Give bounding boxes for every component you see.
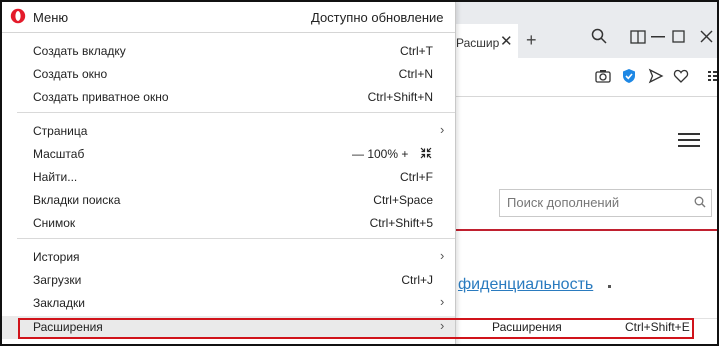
tab-label: Расшир	[456, 36, 500, 50]
menu-item-history[interactable]: История ›	[2, 246, 455, 269]
menu-item-shortcut: Ctrl+F	[400, 170, 433, 184]
menu-item-new-tab[interactable]: Создать вкладку Ctrl+T	[2, 40, 455, 63]
menu-item-label: Создать вкладку	[33, 44, 126, 58]
menu-item-label: Закладки	[33, 296, 85, 310]
menu-item-label: Найти...	[33, 170, 78, 184]
menu-item-label: История	[33, 250, 80, 264]
menu-separator	[17, 238, 455, 239]
submenu-extensions[interactable]: Расширения	[492, 320, 562, 334]
tab-close-icon[interactable]: ✕	[500, 32, 513, 50]
menu-item-label: Создать окно	[33, 67, 108, 81]
menu-item-label: Загрузки	[33, 273, 82, 287]
menu-item-new-window[interactable]: Создать окно Ctrl+N	[2, 63, 455, 86]
chevron-right-icon: ›	[440, 248, 445, 263]
menu-item-snapshot[interactable]: Снимок Ctrl+Shift+5	[2, 212, 455, 235]
menu-separator	[17, 112, 455, 113]
menu-item-label: Страница	[33, 124, 88, 138]
menu-item-label: Снимок	[33, 216, 76, 230]
maximize-icon[interactable]	[672, 30, 685, 43]
menu-item-label: Расширения	[33, 320, 103, 334]
menu-item-shortcut: Ctrl+N	[398, 67, 433, 81]
menu-item-find[interactable]: Найти... Ctrl+F	[2, 166, 455, 189]
addons-search-input[interactable]	[500, 190, 687, 214]
send-icon[interactable]	[648, 68, 664, 84]
more-icon[interactable]	[707, 68, 719, 84]
accent-divider	[455, 229, 717, 231]
camera-icon[interactable]	[595, 68, 611, 84]
close-window-icon[interactable]	[700, 30, 713, 43]
menu-item-label: Масштаб	[33, 147, 85, 161]
chevron-right-icon: ›	[440, 122, 445, 137]
menu-item-shortcut: Ctrl+Shift+5	[369, 216, 433, 230]
chevron-right-icon: ›	[440, 318, 445, 333]
new-tab-button[interactable]: +	[526, 30, 537, 51]
vpn-shield-icon[interactable]	[621, 68, 637, 84]
search-tabs-icon[interactable]	[591, 28, 607, 44]
separator-dot	[608, 285, 611, 288]
heart-icon[interactable]	[673, 68, 689, 84]
chevron-right-icon: ›	[440, 294, 445, 309]
menu-header: Меню Доступно обновление	[2, 2, 455, 33]
search-icon[interactable]	[694, 196, 706, 208]
menu-item-search-tabs[interactable]: Вкладки поиска Ctrl+Space	[2, 189, 455, 212]
opera-main-menu: Меню Доступно обновление Создать вкладку…	[2, 2, 456, 344]
zoom-controls[interactable]: — 100% +	[352, 147, 408, 161]
opera-logo-icon[interactable]	[10, 8, 26, 24]
update-available-link[interactable]: Доступно обновление	[311, 10, 444, 25]
menu-item-shortcut: Ctrl+Shift+N	[367, 90, 433, 104]
menu-item-bookmarks[interactable]: Закладки ›	[2, 292, 455, 315]
menu-item-extensions[interactable]: Расширения ›	[2, 316, 455, 339]
menu-item-new-private-window[interactable]: Создать приватное окно Ctrl+Shift+N	[2, 86, 455, 109]
menu-item-page[interactable]: Страница ›	[2, 120, 455, 143]
addons-search-field[interactable]	[499, 189, 712, 217]
snap-icon[interactable]	[630, 30, 646, 44]
menu-item-shortcut: Ctrl+T	[400, 44, 433, 58]
fullscreen-icon[interactable]	[420, 147, 432, 159]
menu-title: Меню	[33, 10, 69, 25]
menu-item-downloads[interactable]: Загрузки Ctrl+J	[2, 269, 455, 292]
submenu-extensions-shortcut: Ctrl+Shift+E	[625, 320, 690, 334]
menu-item-label: Создать приватное окно	[33, 90, 169, 104]
menu-item-shortcut: Ctrl+J	[401, 273, 433, 287]
browser-window: Расшир ✕ + фиден	[0, 0, 719, 346]
minimize-icon[interactable]	[651, 36, 665, 38]
menu-item-shortcut: Ctrl+Space	[373, 193, 433, 207]
privacy-link[interactable]: фиденциальность	[458, 276, 593, 294]
menu-item-label: Вкладки поиска	[33, 193, 121, 207]
